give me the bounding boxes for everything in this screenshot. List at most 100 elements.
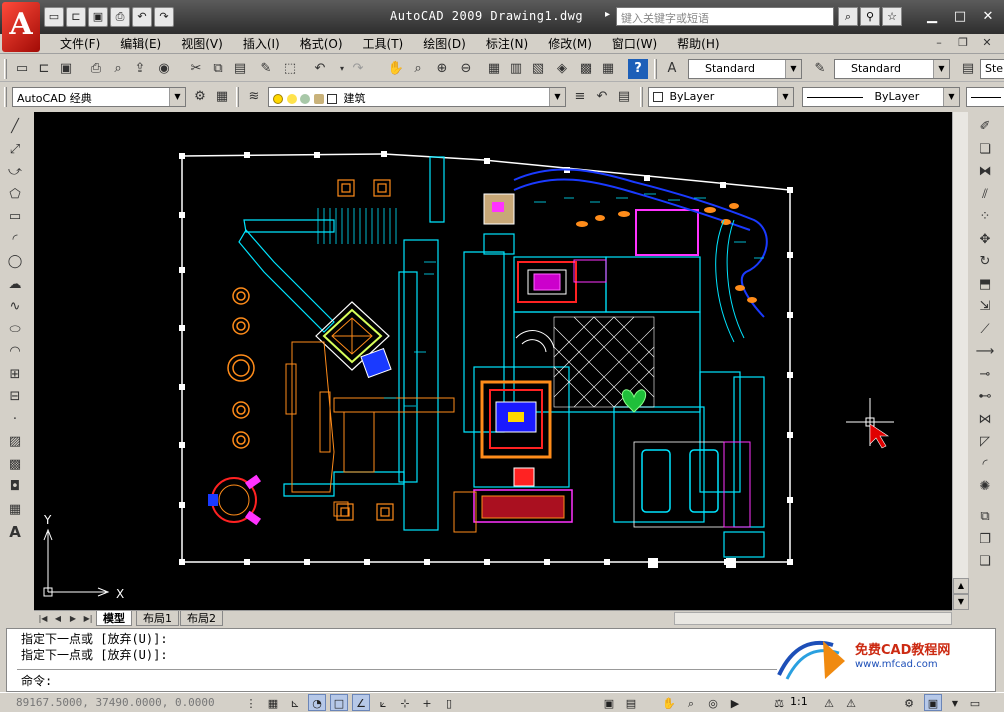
save-icon[interactable]: ▣ [88,7,108,27]
copy-icon[interactable]: ⧉ [208,59,228,79]
rotate-icon[interactable]: ↻ [974,251,996,273]
scale-icon[interactable]: ⬒ [974,274,996,296]
help-search-input[interactable]: 键入关键字或短语 [616,7,834,26]
menu-item[interactable]: 绘图(D) [413,36,476,52]
construction-line-icon[interactable]: ⤢ [4,139,26,161]
send-to-back-icon[interactable]: ❑ [974,551,996,573]
menu-item[interactable]: 工具(T) [353,36,414,52]
workspace-select[interactable]: AutoCAD 经典 ▼ [12,87,186,107]
table-style-select[interactable]: Ste [980,59,1004,79]
block-editor-icon[interactable]: ⬚ [280,59,300,79]
undo-toolbar-icon[interactable]: ↶ [310,59,330,79]
showmotion-icon[interactable]: ▶ [726,694,744,711]
open-icon[interactable]: ⊏ [66,7,86,27]
ellipse-icon[interactable]: ⬭ [4,319,26,341]
text-style-select[interactable]: Standard ▼ [688,59,802,79]
design-center-icon[interactable]: ▥ [506,59,526,79]
multiline-text-icon[interactable]: A [4,521,26,543]
layer-select[interactable]: 建筑 ▼ [268,87,566,107]
grid-display-icon[interactable]: ▦ [264,694,282,711]
table-icon[interactable]: ▦ [4,499,26,521]
color-select[interactable]: ByLayer ▼ [648,87,794,107]
lineweight-select[interactable] [966,87,1004,107]
revision-cloud-icon[interactable]: ☁ [4,274,26,296]
trim-icon[interactable]: ⟋ [974,319,996,341]
make-current-layer-icon[interactable]: ≡ [570,87,590,107]
snap-mode-icon[interactable]: ⋮ [242,694,260,711]
point-icon[interactable]: · [4,409,26,431]
region-icon[interactable]: ◘ [4,476,26,498]
erase-icon[interactable]: ✐ [974,116,996,138]
draw-order-icon[interactable]: ⧉ [974,506,996,528]
tab-layout1[interactable]: 布局1 [136,611,179,626]
text-style-icon[interactable]: A [662,59,682,79]
search-dropdown-icon[interactable]: ▸ [605,9,610,20]
drawing-restore-icon[interactable]: ❐ [956,36,970,50]
redo-toolbar-icon[interactable]: ↷ [348,59,368,79]
menu-item[interactable]: 格式(O) [290,36,353,52]
sheet-set-icon[interactable]: ◈ [552,59,572,79]
offset-icon[interactable]: ⫽ [974,184,996,206]
spline-icon[interactable]: ∿ [4,296,26,318]
copy-object-icon[interactable]: ❏ [974,139,996,161]
open-file-icon[interactable]: ⊏ [34,59,54,79]
layer-properties-icon[interactable]: ≋ [244,87,264,107]
maximize-icon[interactable]: □ [948,7,972,26]
properties-icon[interactable]: ▦ [484,59,504,79]
pan-icon[interactable]: ✋ [386,59,406,79]
workspace-switching-icon[interactable]: ⚙ [900,694,918,711]
command-line-window[interactable]: 指定下一点或 [放弃(U)]: 指定下一点或 [放弃(U)]: 命令: 免费CA… [6,628,996,692]
bring-to-front-icon[interactable]: ❐ [974,529,996,551]
next-tab-icon[interactable]: ▶ [66,612,80,625]
annotation-visibility-icon[interactable]: ⚠ [820,694,838,711]
plot-icon[interactable]: ⎙ [86,59,106,79]
prev-tab-icon[interactable]: ◀ [51,612,65,625]
show-lineweight-icon[interactable]: + [418,694,436,711]
workspace-settings-icon[interactable]: ⚙ [190,87,210,107]
mirror-icon[interactable]: ⧓ [974,161,996,183]
3d-dwf-icon[interactable]: ◉ [154,59,174,79]
join-icon[interactable]: ⋈ [974,409,996,431]
dynamic-ucs-icon[interactable]: ⟀ [374,694,392,711]
tool-palettes-icon[interactable]: ▧ [528,59,548,79]
command-prompt[interactable]: 命令: [21,673,52,689]
scroll-up-icon[interactable]: ▲ [953,578,969,594]
polar-tracking-icon[interactable]: ◔ [308,694,326,711]
zoom-status-icon[interactable]: ⌕ [682,694,700,711]
favorites-star-icon[interactable]: ☆ [882,7,902,26]
annotation-scale-value[interactable]: 1:1 [790,695,808,708]
pan-status-icon[interactable]: ✋ [660,694,678,711]
fillet-icon[interactable]: ◜ [974,454,996,476]
ellipse-arc-icon[interactable]: ◠ [4,341,26,363]
plot-preview-icon[interactable]: ⌕ [108,59,128,79]
menu-item[interactable]: 插入(I) [233,36,290,52]
cut-icon[interactable]: ✂ [186,59,206,79]
array-icon[interactable]: ⁘ [974,206,996,228]
drawing-close-icon[interactable]: ✕ [980,36,994,50]
close-icon[interactable]: ✕ [976,7,1000,26]
circle-icon[interactable]: ◯ [4,251,26,273]
toolbar-grip[interactable] [640,87,643,107]
rectangle-icon[interactable]: ▭ [4,206,26,228]
toolbar-grip[interactable] [4,87,7,107]
layer-states-icon[interactable]: ▤ [614,87,634,107]
line-icon[interactable]: ╱ [4,116,26,138]
steering-wheel-icon[interactable]: ◎ [704,694,722,711]
match-properties-icon[interactable]: ✎ [256,59,276,79]
gradient-icon[interactable]: ▩ [4,454,26,476]
explode-icon[interactable]: ✺ [974,476,996,498]
quickcalc-icon[interactable]: ▦ [598,59,618,79]
move-icon[interactable]: ✥ [974,229,996,251]
dynamic-input-icon[interactable]: ⊹ [396,694,414,711]
paste-icon[interactable]: ▤ [230,59,250,79]
drawing-canvas[interactable]: Y X [34,112,952,610]
table-style-icon[interactable]: ▤ [958,59,978,79]
clean-screen-icon[interactable]: ▭ [966,694,984,711]
stretch-icon[interactable]: ⇲ [974,296,996,318]
object-snap-tracking-icon[interactable]: ∠ [352,694,370,711]
menu-item[interactable]: 标注(N) [476,36,538,52]
publish-icon[interactable]: ⇪ [130,59,150,79]
polyline-icon[interactable]: ⤻ [4,161,26,183]
dim-style-icon[interactable]: ✎ [810,59,830,79]
menu-item[interactable]: 文件(F) [50,36,110,52]
